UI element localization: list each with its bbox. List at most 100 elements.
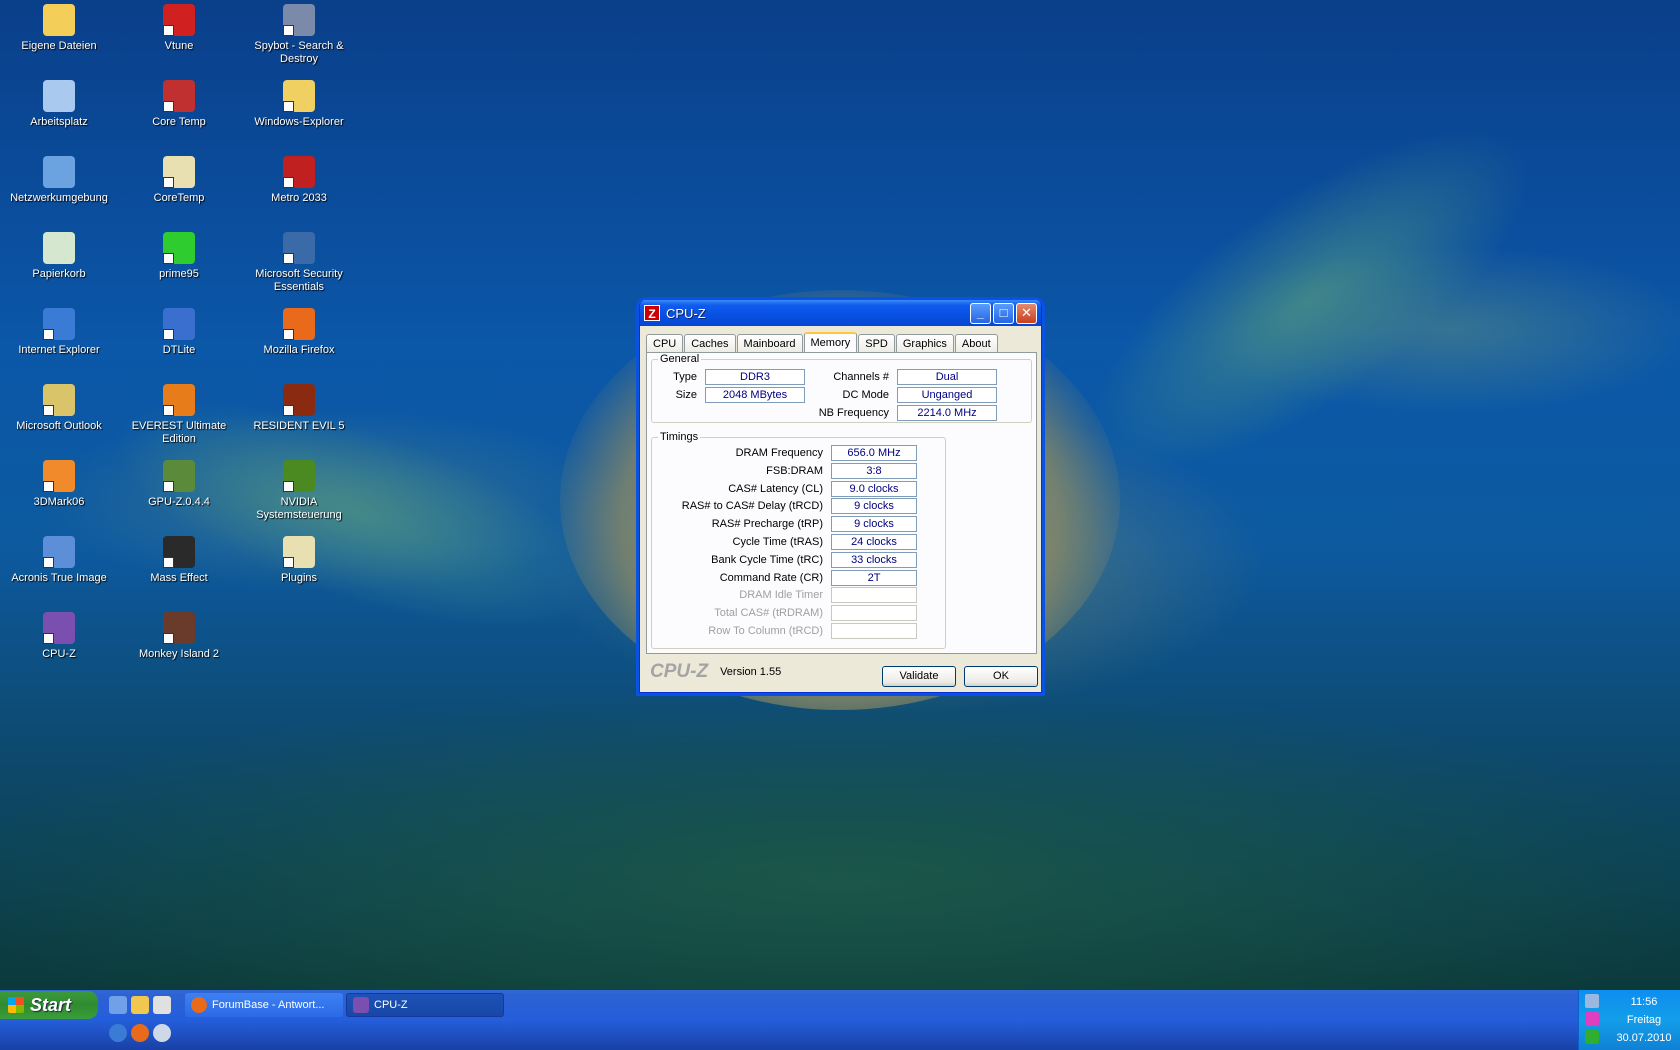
desktop-shortcut[interactable]: Netzwerkumgebung <box>4 156 114 205</box>
timing-label: Cycle Time (tRAS) <box>732 536 823 548</box>
outlook-icon <box>43 384 75 416</box>
network-icon[interactable] <box>1585 994 1599 1008</box>
validate-button[interactable]: Validate <box>882 666 956 687</box>
tab-spd[interactable]: SPD <box>858 334 895 353</box>
nb-frequency-label: NB Frequency <box>818 407 889 419</box>
desktop-shortcut[interactable]: Core Temp <box>124 80 234 129</box>
desktop-shortcut-label: Mass Effect <box>150 572 208 584</box>
network-icon <box>43 156 75 188</box>
task-cpu-z[interactable]: CPU-Z <box>346 993 504 1017</box>
desktop-shortcut[interactable]: Metro 2033 <box>244 156 354 205</box>
timing-label: Command Rate (CR) <box>719 571 823 584</box>
desktop-shortcut-label: Mozilla Firefox <box>263 344 335 356</box>
tab-memory[interactable]: Memory <box>803 332 858 353</box>
cpu-z-icon <box>353 997 369 1013</box>
desktop-shortcut[interactable]: Eigene Dateien <box>4 4 114 53</box>
mass-effect-icon <box>163 536 195 568</box>
check-icon[interactable] <box>1585 1030 1599 1044</box>
desktop-shortcut[interactable]: Mass Effect <box>124 536 234 585</box>
desktop-shortcut[interactable]: Acronis True Image <box>4 536 114 585</box>
timing-value <box>831 623 917 639</box>
timings-legend: Timings <box>660 431 699 443</box>
desktop-shortcut[interactable]: EVEREST Ultimate Edition <box>124 384 234 446</box>
clock-time[interactable]: 11:56 <box>1609 996 1679 1008</box>
desktop-shortcut-label: Monkey Island 2 <box>138 648 220 660</box>
tab-about[interactable]: About <box>954 334 998 353</box>
desktop-shortcut-label: Spybot - Search & Destroy <box>254 40 344 65</box>
timing-row: Cycle Time (tRAS) 24 clocks <box>651 534 917 550</box>
ie-icon[interactable] <box>109 1024 127 1042</box>
timing-label: RAS# to CAS# Delay (tRCD) <box>681 500 823 513</box>
desktop-shortcut[interactable]: 3DMark06 <box>4 460 114 509</box>
desktop-shortcut[interactable]: Monkey Island 2 <box>124 612 234 661</box>
desktop-shortcut[interactable]: Papierkorb <box>4 232 114 281</box>
channels-value: Dual <box>897 369 997 385</box>
tab-caches[interactable]: Caches <box>684 334 736 353</box>
window-title: CPU-Z <box>666 305 706 321</box>
timing-label: FSB:DRAM <box>766 464 823 477</box>
desktop-shortcut[interactable]: Plugins <box>244 536 354 585</box>
nb-frequency-value: 2214.0 MHz <box>897 405 997 421</box>
task-forumbase[interactable]: ForumBase - Antwort... <box>185 993 343 1017</box>
security-essentials-icon <box>283 232 315 264</box>
size-label: Size <box>675 389 697 401</box>
desktop-shortcut[interactable]: Arbeitsplatz <box>4 80 114 129</box>
desktop-shortcut[interactable]: Microsoft Outlook <box>4 384 114 433</box>
desktop-shortcut[interactable]: Internet Explorer <box>4 308 114 357</box>
timing-value <box>831 587 917 604</box>
desktop-shortcut[interactable]: Mozilla Firefox <box>244 308 354 357</box>
desktop-shortcut[interactable]: NVIDIA Systemsteuerung <box>244 460 354 522</box>
task-label: ForumBase - Antwort... <box>212 999 325 1011</box>
timing-label: CAS# Latency (CL) <box>728 482 823 495</box>
dc-mode-label: DC Mode <box>842 389 889 401</box>
window-titlebar[interactable]: Z CPU-Z _ □ ✕ <box>640 300 1041 326</box>
3dmark-icon <box>43 460 75 492</box>
show-desktop-icon[interactable] <box>109 996 127 1014</box>
desktop-shortcut[interactable]: Vtune <box>124 4 234 53</box>
desktop-shortcut[interactable]: RESIDENT EVIL 5 <box>244 384 354 433</box>
desktop-shortcut-label: EVEREST Ultimate Edition <box>131 420 227 445</box>
tab-graphics[interactable]: Graphics <box>895 334 954 353</box>
computer-icon <box>43 80 75 112</box>
clock-day: Freitag <box>1626 1014 1662 1026</box>
recycle-bin-icon <box>43 232 75 264</box>
desktop-shortcut[interactable]: prime95 <box>124 232 234 281</box>
tab-mainboard[interactable]: Mainboard <box>736 334 803 353</box>
cpu-z-window[interactable]: Z CPU-Z _ □ ✕ CPU Caches Mainboard Memor… <box>639 300 1042 693</box>
desktop-shortcut-label: Plugins <box>280 572 318 584</box>
desktop-shortcut[interactable]: CPU-Z <box>4 612 114 661</box>
desktop-shortcut[interactable]: DTLite <box>124 308 234 357</box>
version-label: Version 1.55 <box>720 666 782 678</box>
desktop-shortcut[interactable]: Microsoft Security Essentials <box>244 232 354 294</box>
timing-row: Row To Column (tRCD) <box>651 623 917 639</box>
explorer-icon[interactable] <box>131 996 149 1014</box>
cpu-z-app-icon: Z <box>644 305 660 321</box>
timing-value: 2T <box>831 569 917 586</box>
desktop-shortcut-label: Microsoft Outlook <box>16 420 102 432</box>
desktop-shortcut[interactable]: CoreTemp <box>124 156 234 205</box>
firefox-icon[interactable] <box>131 1024 149 1042</box>
start-button[interactable]: Start <box>0 991 98 1019</box>
desktop-shortcut[interactable]: Spybot - Search & Destroy <box>244 4 354 66</box>
general-legend: General <box>660 353 700 365</box>
media-player-icon[interactable] <box>153 1024 171 1042</box>
vtune-icon <box>163 4 195 36</box>
desktop-shortcut-label: NVIDIA Systemsteuerung <box>256 496 342 521</box>
desktop-shortcut[interactable]: GPU-Z.0.4.4 <box>124 460 234 509</box>
media-icon[interactable] <box>153 996 171 1014</box>
minimize-button[interactable]: _ <box>970 302 991 324</box>
desktop-shortcut-label: 3DMark06 <box>33 496 85 508</box>
tab-cpu[interactable]: CPU <box>646 334 684 353</box>
cpu-z-brand-logo: CPU-Z <box>650 661 709 682</box>
close-button[interactable]: ✕ <box>1016 302 1037 324</box>
desktop-shortcut[interactable]: Windows-Explorer <box>244 80 354 129</box>
spybot-icon <box>283 4 315 36</box>
timing-value: 9.0 clocks <box>831 480 917 497</box>
desktop-shortcut-label: Arbeitsplatz <box>30 116 88 128</box>
timing-row: FSB:DRAM 3:8 <box>651 462 917 479</box>
app-tray-icon[interactable] <box>1585 1012 1599 1026</box>
nvidia-icon <box>283 460 315 492</box>
maximize-button[interactable]: □ <box>993 302 1014 324</box>
ok-button[interactable]: OK <box>964 666 1038 687</box>
dc-mode-value: Unganged <box>897 387 997 403</box>
